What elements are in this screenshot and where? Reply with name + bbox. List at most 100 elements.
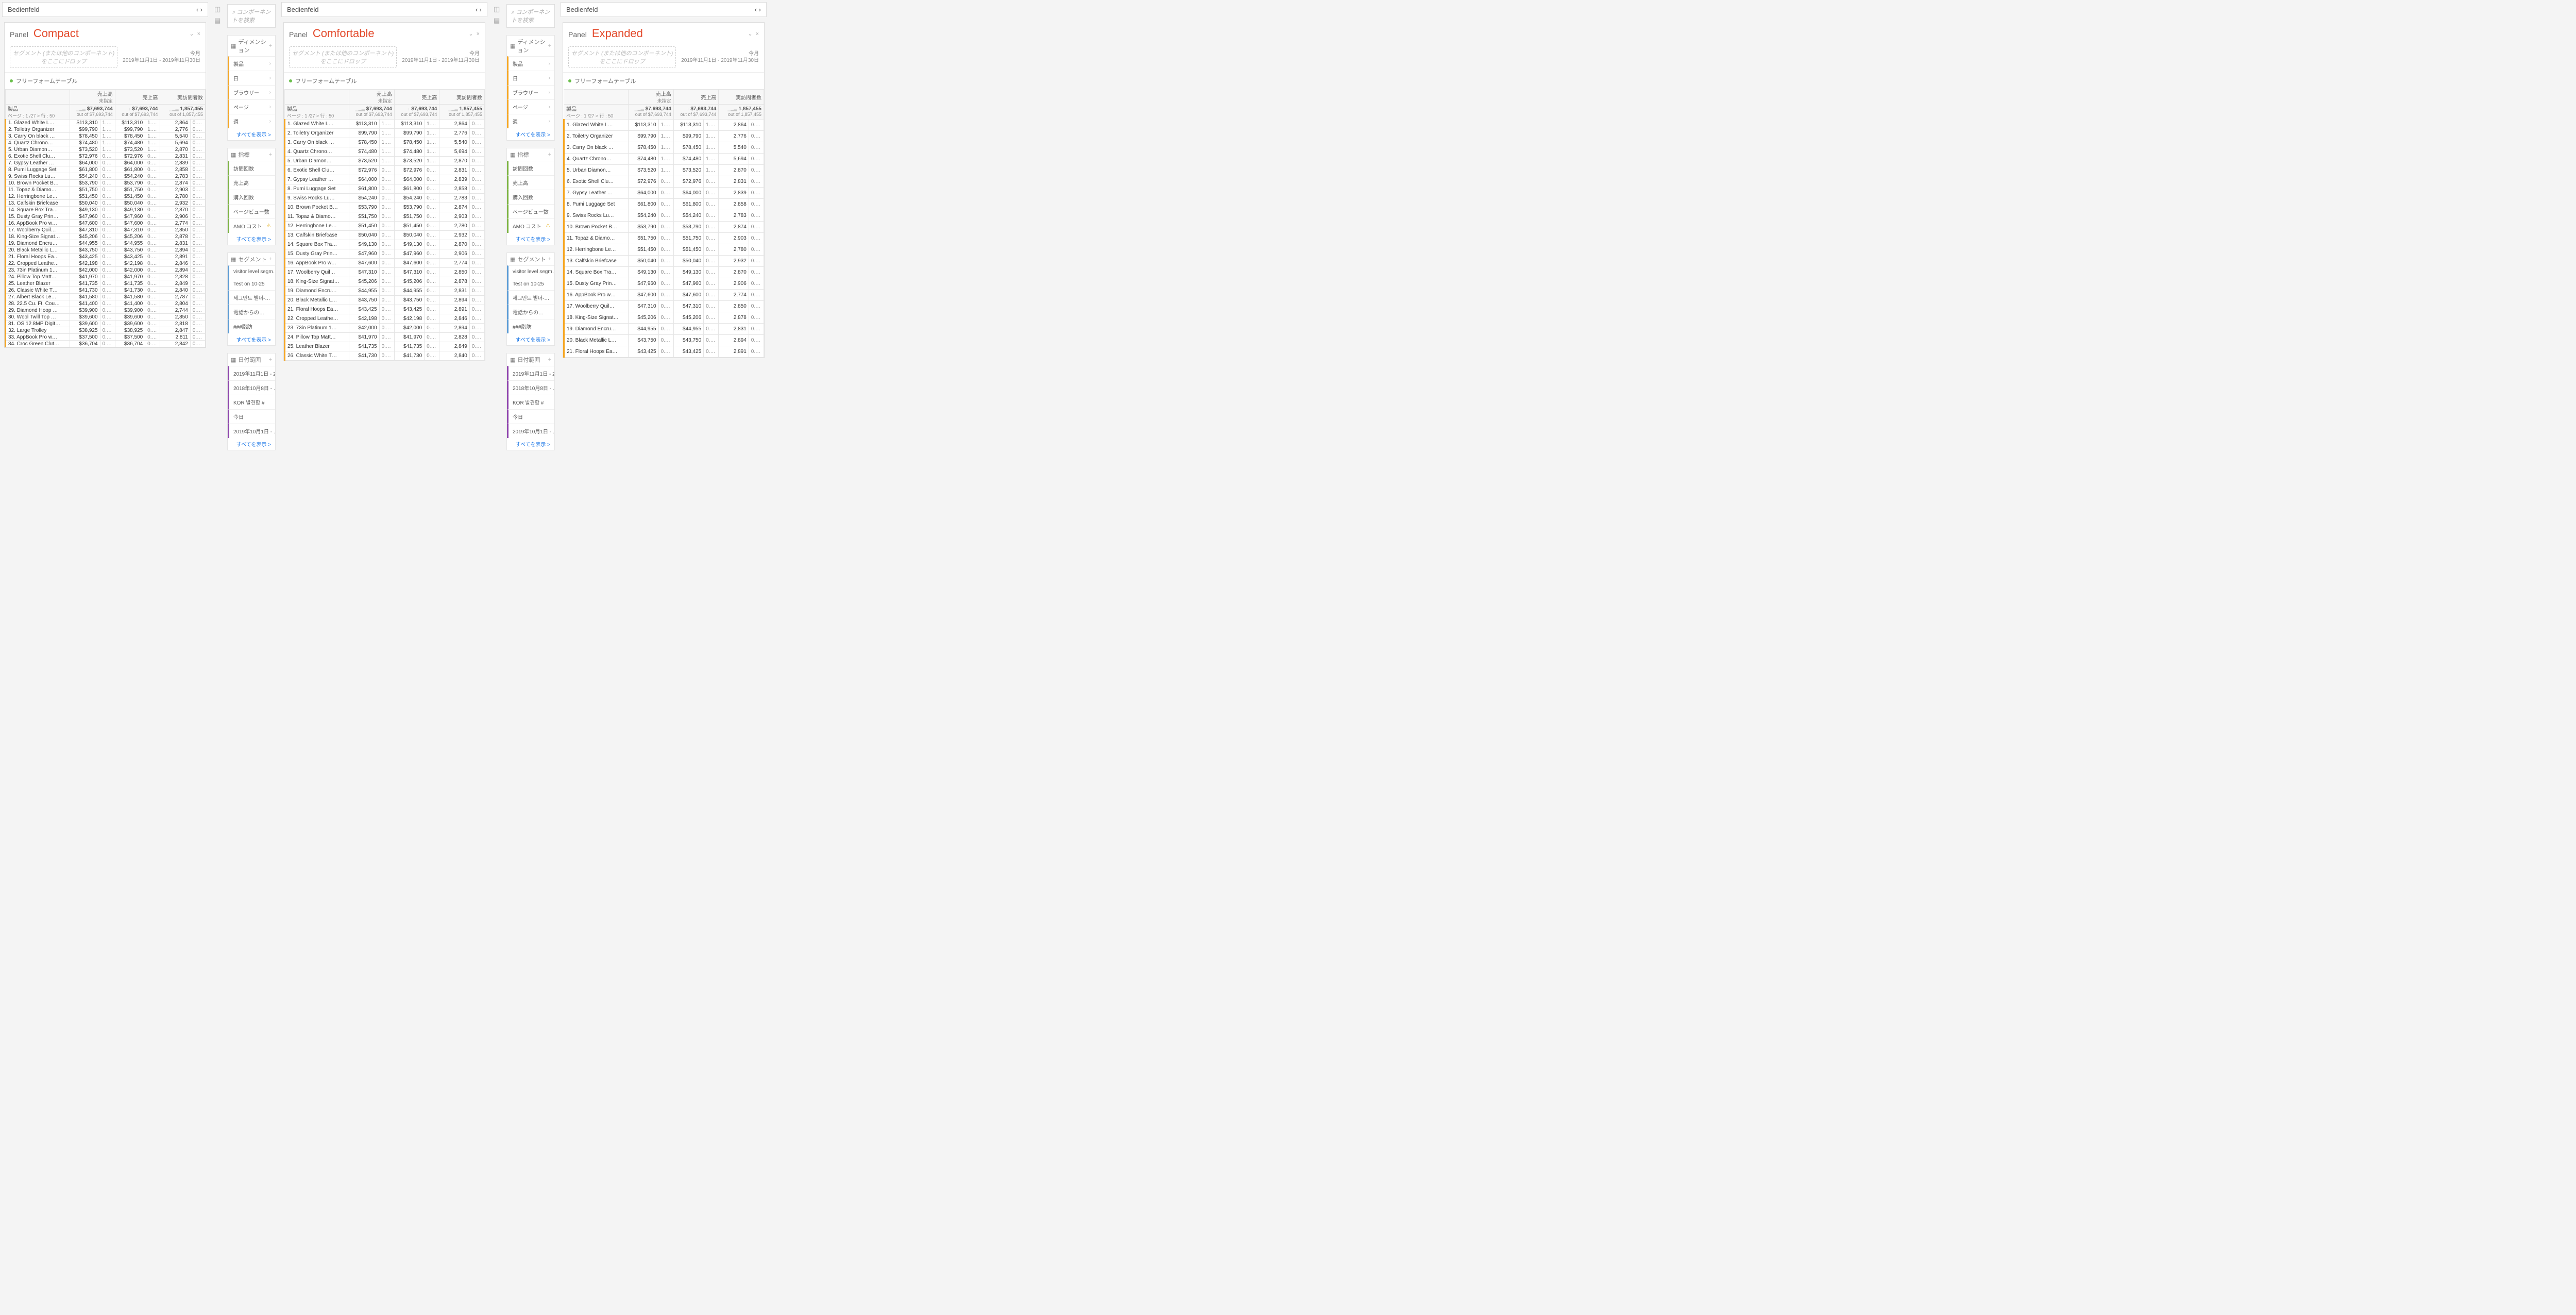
table-row[interactable]: 34. Croc Green Clut… $36,7040.5% $36,704…	[6, 341, 206, 347]
chevron-down-icon[interactable]: ⌄	[189, 31, 194, 37]
rail-item[interactable]: 週›	[228, 114, 275, 128]
add-icon[interactable]: +	[269, 357, 272, 363]
add-icon[interactable]: +	[269, 256, 272, 262]
freeform-title[interactable]: フリーフォームテーブル	[284, 73, 485, 89]
chevron-right-icon[interactable]: ›	[549, 104, 550, 110]
table-row[interactable]: 10. Brown Pocket B… $53,7900.7% $53,7900…	[6, 180, 206, 187]
show-all-link[interactable]: すべてを表示 >	[228, 233, 275, 245]
panel-title[interactable]: Panel	[568, 30, 587, 39]
table-row[interactable]: 9. Swiss Rocks Lu… $54,2400.7% $54,2400.…	[285, 194, 485, 203]
chevron-down-icon[interactable]: ⌄	[748, 31, 752, 37]
table-row[interactable]: 3. Carry On black … $78,4501.0% $78,4501…	[564, 142, 764, 154]
chart-icon[interactable]: ◫	[214, 5, 219, 13]
table-row[interactable]: 1. Glazed White L… $113,3101.5% $113,310…	[564, 120, 764, 131]
rail-item[interactable]: 2019年10月1日 - …	[507, 424, 554, 438]
component-search[interactable]: ⌕ コンポーネントを検索	[227, 4, 276, 28]
table-row[interactable]: 22. Cropped Leathe… $42,1980.5% $42,1980…	[285, 314, 485, 324]
collapse-left-icon[interactable]: ‹	[476, 6, 478, 13]
table-row[interactable]: 33. AppBook Pro w… $37,5000.5% $37,5000.…	[6, 334, 206, 341]
table-row[interactable]: 11. Topaz & Diamo… $51,7500.7% $51,7500.…	[6, 187, 206, 193]
rail-item[interactable]: KOR 발견함 #	[507, 395, 554, 409]
show-all-link[interactable]: すべてを表示 >	[228, 128, 275, 140]
table-row[interactable]: 19. Diamond Encru… $44,9550.6% $44,9550.…	[564, 324, 764, 335]
chevron-right-icon[interactable]: ›	[269, 90, 271, 95]
rail-item[interactable]: 2018年10月8日 - …	[507, 380, 554, 395]
table-row[interactable]: 26. Classic White T… $41,7300.5% $41,730…	[285, 351, 485, 361]
chevron-right-icon[interactable]: ›	[549, 75, 550, 81]
table-row[interactable]: 22. Cropped Leathe… $42,1980.5% $42,1980…	[6, 260, 206, 267]
table-row[interactable]: 3. Carry On black … $78,4501.0% $78,4501…	[285, 138, 485, 147]
table-row[interactable]: 14. Square Box Tra… $49,1300.6% $49,1300…	[6, 207, 206, 213]
table-row[interactable]: 19. Diamond Encru… $44,9550.6% $44,9550.…	[285, 286, 485, 296]
chevron-right-icon[interactable]: ›	[549, 61, 550, 66]
table-row[interactable]: 8. Pumi Luggage Set $61,8000.8% $61,8000…	[564, 199, 764, 210]
table-row[interactable]: 5. Urban Diamon… $73,5201.0% $73,5201.0%…	[6, 146, 206, 153]
table-row[interactable]: 18. King-Size Signat… $45,2060.6% $45,20…	[6, 233, 206, 240]
table-row[interactable]: 7. Gypsy Leather … $64,0000.8% $64,0000.…	[285, 175, 485, 184]
add-icon[interactable]: +	[548, 151, 551, 158]
date-range[interactable]: 今月2019年11月1日 - 2019年11月30日	[681, 50, 759, 64]
chevron-down-icon[interactable]: ⌄	[468, 31, 473, 37]
rail-item[interactable]: Test on 10-25	[507, 278, 554, 290]
table-row[interactable]: 9. Swiss Rocks Lu… $54,2400.7% $54,2400.…	[6, 173, 206, 180]
rail-item[interactable]: 今日	[507, 409, 554, 424]
table-row[interactable]: 24. Pillow Top Matt… $41,9700.5% $41,970…	[6, 274, 206, 280]
table-row[interactable]: 9. Swiss Rocks Lu… $54,2400.7% $54,2400.…	[564, 210, 764, 222]
rail-item[interactable]: 2019年11月1日 - 2…	[507, 366, 554, 380]
table-row[interactable]: 3. Carry On black … $78,4501.0% $78,4501…	[6, 133, 206, 140]
table-row[interactable]: 11. Topaz & Diamo… $51,7500.7% $51,7500.…	[564, 233, 764, 244]
table-row[interactable]: 23. 73in Platinum 1… $42,0000.5% $42,000…	[6, 267, 206, 274]
table-row[interactable]: 29. Diamond Hoop … $39,9000.5% $39,9000.…	[6, 307, 206, 314]
table-row[interactable]: 31. OS 12.8MP Digit… $39,6000.5% $39,600…	[6, 321, 206, 327]
add-icon[interactable]: +	[548, 357, 551, 363]
rail-item[interactable]: visitor level segm…	[507, 265, 554, 278]
rail-item[interactable]: ページビュー数	[228, 204, 275, 218]
show-all-link[interactable]: すべてを表示 >	[507, 128, 554, 140]
rail-item[interactable]: 訪問回数	[507, 161, 554, 175]
show-all-link[interactable]: すべてを表示 >	[507, 333, 554, 345]
rail-item[interactable]: ページビュー数	[507, 204, 554, 218]
table-row[interactable]: 17. Woolberry Quil… $47,3100.6% $47,3100…	[285, 268, 485, 277]
rail-item[interactable]: 製品›	[228, 56, 275, 71]
rail-item[interactable]: 2019年10月1日 - …	[228, 424, 275, 438]
rail-item[interactable]: ###脂肪	[507, 319, 554, 333]
close-icon[interactable]: ×	[756, 31, 759, 37]
rail-item[interactable]: 세그먼트 빌더-…	[228, 290, 275, 305]
collapse-left-icon[interactable]: ‹	[196, 6, 198, 13]
table-row[interactable]: 12. Herringbone Le… $51,4500.7% $51,4500…	[285, 222, 485, 231]
show-all-link[interactable]: すべてを表示 >	[228, 333, 275, 345]
rail-item[interactable]: KOR 발견함 #	[228, 395, 275, 409]
rail-item[interactable]: 今日	[228, 409, 275, 424]
table-row[interactable]: 6. Exotic Shell Clu… $72,9760.9% $72,976…	[564, 176, 764, 188]
table-row[interactable]: 4. Quartz Chrono… $74,4801.0% $74,4801.0…	[6, 140, 206, 146]
rail-item[interactable]: visitor level segm…	[228, 265, 275, 278]
table-row[interactable]: 2. Toiletry Organizer $99,7901.3% $99,79…	[6, 126, 206, 133]
date-range[interactable]: 今月2019年11月1日 - 2019年11月30日	[123, 50, 200, 64]
segment-drop-zone[interactable]: セグメント (または他のコンポーネント) をここにドロップ	[10, 46, 117, 68]
table-row[interactable]: 32. Large Trolley $38,9250.5% $38,9250.5…	[6, 327, 206, 334]
panel-title[interactable]: Panel	[289, 30, 308, 39]
table-row[interactable]: 21. Floral Hoops Ea… $43,4250.6% $43,425…	[6, 254, 206, 260]
table-row[interactable]: 4. Quartz Chrono… $74,4801.0% $74,4801.0…	[564, 154, 764, 165]
close-icon[interactable]: ×	[197, 31, 200, 37]
table-row[interactable]: 27. Albert Black Le… $41,5800.5% $41,580…	[6, 294, 206, 300]
table-row[interactable]: 28. 22.5 Cu. Ft. Cou… $41,4000.5% $41,40…	[6, 300, 206, 307]
table-row[interactable]: 10. Brown Pocket B… $53,7900.7% $53,7900…	[285, 203, 485, 212]
rail-item[interactable]: 売上高	[507, 175, 554, 190]
rail-item[interactable]: 2019年11月1日 - 2…	[228, 366, 275, 380]
rail-item[interactable]: 製品›	[507, 56, 554, 71]
table-row[interactable]: 25. Leather Blazer $41,7350.5% $41,7350.…	[285, 342, 485, 351]
chevron-right-icon[interactable]: ›	[549, 90, 550, 95]
table-row[interactable]: 26. Classic White T… $41,7300.5% $41,730…	[6, 287, 206, 294]
table-row[interactable]: 20. Black Metallic L… $43,7500.6% $43,75…	[564, 335, 764, 346]
table-row[interactable]: 8. Pumi Luggage Set $61,8000.8% $61,8000…	[6, 166, 206, 173]
add-icon[interactable]: +	[548, 43, 551, 49]
rail-item[interactable]: 購入回数	[228, 190, 275, 204]
chevron-right-icon[interactable]: ›	[269, 104, 271, 110]
rail-item[interactable]: ページ›	[228, 99, 275, 114]
show-all-link[interactable]: すべてを表示 >	[507, 233, 554, 245]
rail-item[interactable]: 売上高	[228, 175, 275, 190]
table-row[interactable]: 13. Calfskin Briefcase $50,0400.7% $50,0…	[285, 231, 485, 240]
table-row[interactable]: 15. Dusty Gray Prin… $47,9600.6% $47,960…	[6, 213, 206, 220]
rail-item[interactable]: 2018年10月8日 - …	[228, 380, 275, 395]
